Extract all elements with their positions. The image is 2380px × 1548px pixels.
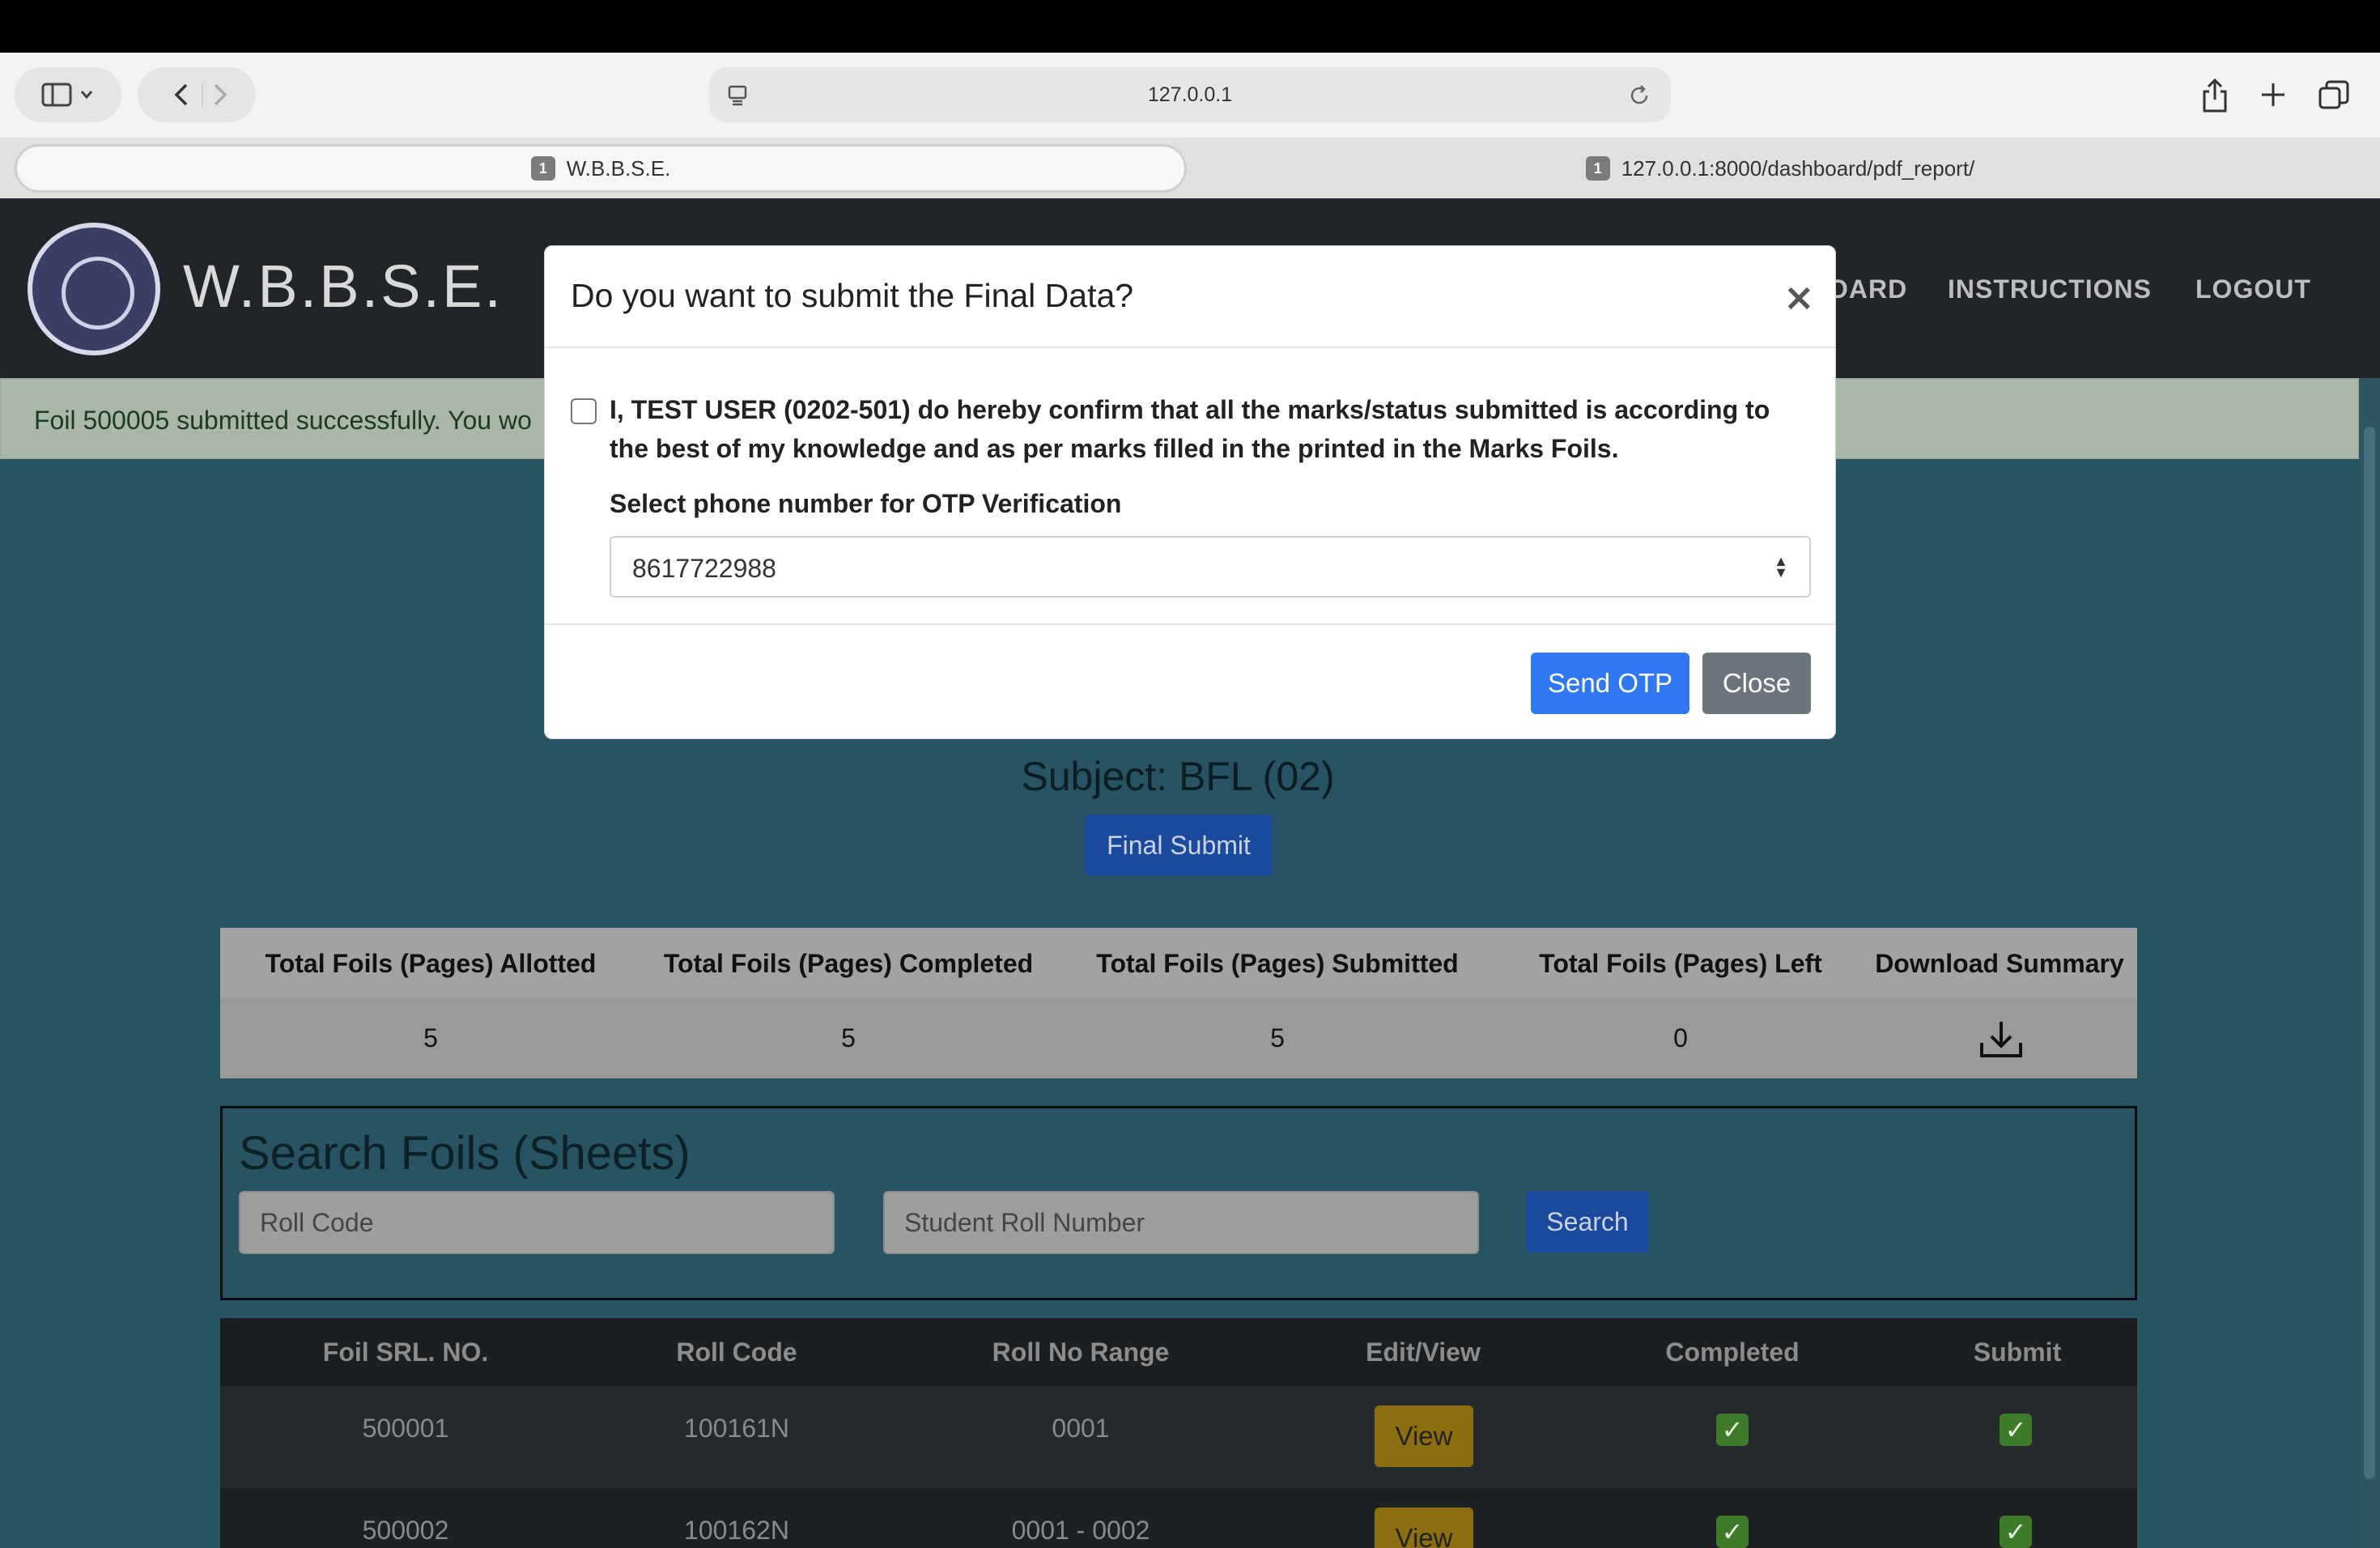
browser-chrome: 127.0.0.1 1 W.B.B.S.E. 1 127.0.0.1:8000/… [0,53,2380,198]
view-button[interactable]: View [1375,1508,1473,1548]
otp-phone-label: Select phone number for OTP Verification [610,489,1122,518]
scrollbar-thumb[interactable] [2364,427,2375,1479]
phone-selected-value: 8617722988 [632,554,776,583]
foils-table-header: Foil SRL. NO. Roll Code Roll No Range Ed… [220,1318,2137,1386]
cell-roll-range: 0001 - 0002 [1011,1516,1150,1545]
view-button[interactable]: View [1375,1406,1473,1467]
modal-close-icon[interactable]: × [1783,275,1815,319]
download-icon[interactable] [1977,1019,2025,1061]
summary-header-allotted: Total Foils (Pages) Allotted [265,949,597,978]
tab-number-badge: 1 [530,156,555,181]
completed-check-icon: ✓ [1716,1414,1749,1446]
cell-roll-code: 100162N [684,1516,789,1545]
col-foil-srl: Foil SRL. NO. [322,1337,489,1367]
modal-title: Do you want to submit the Final Data? [571,277,1134,314]
tab-wbbse[interactable]: 1 W.B.B.S.E. [15,144,1187,193]
summary-header-left: Total Foils (Pages) Left [1539,949,1822,978]
summary-value-completed: 5 [841,1023,856,1053]
address-text: 127.0.0.1 [1147,83,1233,106]
nav-logout-link[interactable]: LOGOUT [2195,274,2311,304]
sidebar-toggle-button[interactable] [15,67,121,122]
cell-foil-srl: 500002 [362,1516,449,1545]
cell-foil-srl: 500001 [362,1414,449,1443]
confirm-checkbox[interactable] [571,398,597,424]
search-button[interactable]: Search [1526,1191,1649,1252]
cell-roll-code: 100161N [684,1414,789,1443]
share-icon[interactable] [2199,77,2231,114]
summary-value-submitted: 5 [1270,1023,1285,1053]
col-submit: Submit [1973,1337,2062,1367]
summary-value-allotted: 5 [423,1023,438,1053]
back-forward-icons[interactable] [152,80,241,109]
confirm-text: I, TEST USER (0202-501) do hereby confir… [610,395,1770,463]
col-roll-code: Roll Code [676,1337,797,1367]
modal-divider [545,623,1835,625]
summary-header-download: Download Summary [1875,949,2124,978]
summary-header-completed: Total Foils (Pages) Completed [663,949,1034,978]
wbbse-logo[interactable] [28,223,160,355]
completed-check-icon: ✓ [1716,1516,1749,1548]
summary-value-left: 0 [1673,1023,1688,1053]
brand-title[interactable]: W.B.B.S.E. [183,252,504,321]
nav-instructions-link[interactable]: INSTRUCTIONS [1948,274,2152,304]
sidebar-icon [41,83,93,107]
tab-number-badge: 1 [1585,156,1610,181]
tab-bar: 1 W.B.B.S.E. 1 127.0.0.1:8000/dashboard/… [0,138,2380,198]
col-edit-view: Edit/View [1366,1337,1481,1367]
browser-toolbar: 127.0.0.1 [0,53,2380,138]
new-tab-icon[interactable] [2259,80,2288,109]
foils-table: Foil SRL. NO. Roll Code Roll No Range Ed… [220,1318,2137,1548]
final-submit-modal: Do you want to submit the Final Data? × … [544,245,1836,739]
final-submit-button[interactable]: Final Submit [1085,814,1273,876]
cell-roll-range: 0001 [1052,1414,1110,1443]
tab-label: W.B.B.S.E. [566,155,671,181]
roll-code-input[interactable] [239,1191,835,1254]
page-scrollbar[interactable] [2359,378,2380,1548]
summary-table: Total Foils (Pages) Allotted Total Foils… [220,928,2137,1078]
tab-label: 127.0.0.1:8000/dashboard/pdf_report/ [1621,155,1975,181]
alert-message: Foil 500005 submitted successfully. You … [34,406,532,435]
table-row: 500002 100162N 0001 - 0002 View ✓ ✓ [220,1488,2137,1548]
close-button[interactable]: Close [1702,653,1811,714]
os-menu-bar [0,0,2380,53]
address-bar[interactable]: 127.0.0.1 [709,67,1671,122]
summary-header-submitted: Total Foils (Pages) Submitted [1096,949,1459,978]
history-nav [138,67,256,122]
table-row: 500001 100161N 0001 View ✓ ✓ [220,1386,2137,1488]
submitted-check-icon: ✓ [2000,1516,2032,1548]
student-roll-input[interactable] [883,1191,1479,1254]
nav-dashboard-link[interactable]: OARD [1828,274,1907,304]
search-foils-card: Search Foils (Sheets) Search [220,1106,2137,1300]
submitted-check-icon: ✓ [2000,1414,2032,1446]
subject-heading: Subject: BFL (02) [1021,754,1335,799]
reload-icon[interactable] [1627,83,1651,108]
tab-overview-icon[interactable] [2317,79,2351,113]
col-completed: Completed [1665,1337,1800,1367]
send-otp-button[interactable]: Send OTP [1531,653,1689,714]
col-roll-range: Roll No Range [992,1337,1170,1367]
search-foils-title: Search Foils (Sheets) [239,1127,691,1180]
tab-pdf-report[interactable]: 1 127.0.0.1:8000/dashboard/pdf_report/ [1195,144,2365,193]
select-updown-icon: ▲ ▼ [1774,553,1788,580]
phone-number-select[interactable]: 8617722988 ▲ ▼ [610,536,1811,598]
modal-divider [545,347,1835,348]
